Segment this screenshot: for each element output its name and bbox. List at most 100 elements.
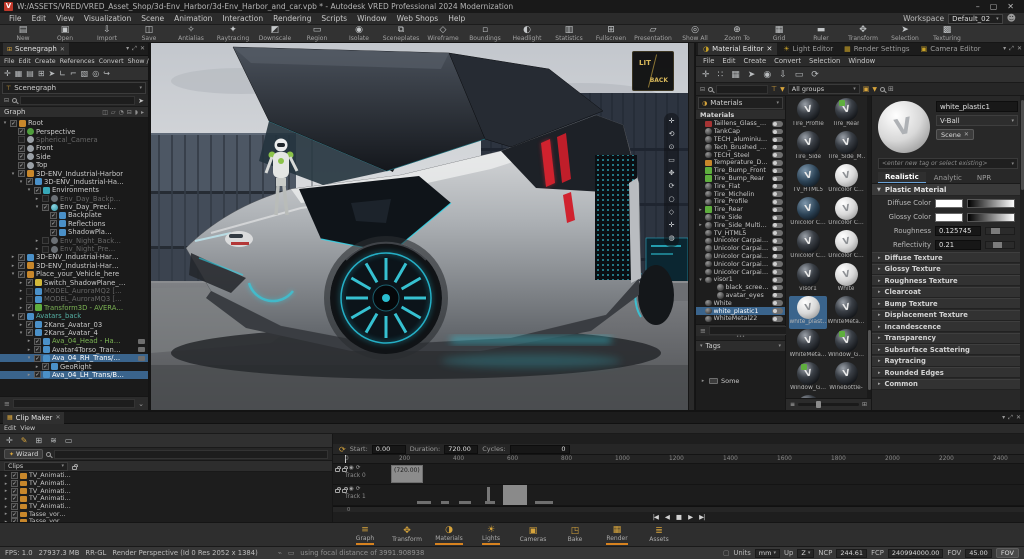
toolbar-button-wireframe[interactable]: ◇Wireframe [422,25,464,42]
toolbar-button-sceneplates[interactable]: ⧉Sceneplates [380,25,422,42]
slider-thumb[interactable] [991,228,1000,234]
add-track-icon[interactable]: ⊞ [35,436,42,445]
tree-item-environments[interactable]: ▾✓Environments [0,186,148,194]
camera-link-icon[interactable]: ▢ [723,549,729,557]
jump-icon[interactable]: ↪ [103,69,110,78]
section-displacement-texture[interactable]: ▸Displacement Texture [872,310,1024,321]
expander-icon[interactable]: ▸ [3,504,9,510]
material-thumbnail-unicolor-c[interactable]: VUnicolor C… [827,164,865,197]
visibility-checkbox[interactable]: ✓ [26,304,33,311]
toolbar-button-selection[interactable]: ➤Selection [884,25,926,42]
expand-section-icon[interactable]: ▸ [878,324,881,330]
panel-float-icon[interactable]: ⤢ [1009,45,1014,53]
visibility-checkbox[interactable]: ✓ [10,120,17,127]
clip-checkbox[interactable]: ✓ [11,488,18,495]
visibility-checkbox[interactable]: ✓ [50,229,57,236]
section-rounded-edges[interactable]: ▸Rounded Edges [872,367,1024,378]
material-item-tv-html5[interactable]: TV_HTML5 [696,229,785,237]
material-item-tech-aluminium-m[interactable]: TECH_aluminium_m… [696,136,785,144]
visibility-checkbox[interactable]: ✓ [18,313,25,320]
expander-icon[interactable]: ▸ [18,305,24,311]
dock-item-materials[interactable]: ◑Materials [430,525,468,545]
mini-clip[interactable] [417,501,431,504]
find-material-icon[interactable] [880,87,885,92]
viewcube-face-lit[interactable]: LIT [639,59,651,67]
scenegraph-search-input[interactable] [20,96,135,105]
materials-root-select[interactable]: ◑ Materials▾ [698,97,783,109]
enable-toggle[interactable] [772,152,783,158]
material-item-temperature-decal[interactable]: Temperature_Decal [696,159,785,167]
material-item-whitemetal22[interactable]: WhiteMetal22 [696,315,785,323]
expand-section-icon[interactable]: ▸ [878,301,881,307]
scenegraph-view-select[interactable]: ⊤ Scenegraph▾ [2,82,146,94]
expand-section-icon[interactable]: ▸ [878,347,881,353]
expander-icon[interactable]: ▾ [26,187,32,193]
transform-icon[interactable]: ∟ [59,69,66,78]
menu-window[interactable]: Window [352,14,392,23]
tab-render-settings[interactable]: ▦Render Settings [839,43,914,55]
expander-icon[interactable]: ▸ [3,488,9,494]
visibility-checkbox[interactable]: ✓ [26,178,33,185]
remove-tag-icon[interactable]: ✕ [964,131,969,138]
workspace-select[interactable]: Default_02▾ [948,14,1003,24]
expander-icon[interactable]: ▸ [3,511,9,517]
enable-toggle[interactable] [772,184,783,190]
mini-clip[interactable] [459,501,471,504]
expander-icon[interactable]: ▾ [18,179,24,185]
menu-web-shops[interactable]: Web Shops [392,14,444,23]
view-cube[interactable]: LIT BACK [632,51,674,91]
tag-entry-combo[interactable]: <enter new tag or select existing> ▾ [878,158,1018,169]
zoom-tool-icon[interactable]: ⊙ [669,144,675,151]
material-item-avatar-eyes[interactable]: avatar_eyes [696,292,785,300]
clip-checkbox[interactable]: ✓ [11,480,18,487]
dock-item-render[interactable]: ▦Render [598,525,636,545]
material-item-white-plastic1[interactable]: white_plastic1 [696,307,785,315]
expander-icon[interactable]: ▸ [10,263,16,269]
loop-track-icon[interactable]: ⟳ [356,466,361,471]
toolbar-button-transform[interactable]: ✥Transform [842,25,884,42]
expander-icon[interactable]: ▾ [18,330,24,336]
materials-filter-input[interactable] [709,326,790,335]
clip-search-input[interactable] [54,450,328,459]
timeline-ruler[interactable]: 0200400600800100012001400160018002000220… [333,455,1024,464]
timeline-clip[interactable]: (720.00) [391,465,423,483]
add-clip-icon[interactable]: ✛ [6,436,13,445]
tree-item-backplate[interactable]: ✓Backplate [0,211,148,219]
fov-button[interactable]: FOV [996,548,1019,558]
visibility-checkbox[interactable]: ✓ [26,329,33,336]
enable-toggle[interactable] [772,121,783,127]
edit-clip-icon[interactable]: ✎ [21,436,28,445]
expander-icon[interactable]: ▾ [698,277,703,283]
lock-content-icon[interactable] [342,468,347,472]
expand-section-icon[interactable]: ▸ [878,255,881,261]
expander-icon[interactable]: ▸ [10,254,16,260]
viewport-render[interactable] [151,43,688,410]
delete-node-icon[interactable]: ▤ [26,69,34,78]
color-ramp[interactable] [967,213,1015,222]
expand-section-icon[interactable]: ▸ [878,381,881,387]
mini-clip[interactable] [485,501,495,504]
apply-to-selection-icon[interactable]: ➤ [748,70,756,80]
expander-icon[interactable]: ▸ [698,207,703,213]
tree-item-3d-env-industrial-har[interactable]: ▸✓3D-ENV_Industrial-Har… [0,262,148,270]
collapse-section-icon[interactable]: ▼ [877,187,881,193]
enable-toggle[interactable] [772,168,783,174]
list-options-icon[interactable]: ≡ [700,327,706,335]
visibility-checkbox[interactable]: ✓ [34,346,41,353]
cm-menu-view[interactable]: View [18,425,37,432]
mini-clip[interactable] [535,501,553,504]
section-subsurface-scattering[interactable]: ▸Subsurface Scattering [872,344,1024,355]
material-thumbnail-tire-rear[interactable]: VTire_Rear [827,98,865,131]
menu-help[interactable]: Help [443,14,470,23]
material-item-unicolor-carpaint-si[interactable]: Unicolor Carpaint_si… [696,237,785,245]
tree-item-env-day-preci[interactable]: ▾✓Env_Day_Preci… [0,203,148,211]
timeline-block[interactable] [503,485,527,505]
fov-value[interactable]: 45.00 [965,549,992,558]
toolbar-button-grid[interactable]: ▦Grid [758,25,800,42]
camera-settings-icon[interactable]: ◍ [668,235,674,242]
tree-item-3d-env-industrial-harbor[interactable]: ▾✓3D-ENV_Industrial-Harbor [0,169,148,177]
walk-tool-icon[interactable]: ✛ [669,222,675,229]
value-field[interactable]: 0.125745 [935,226,981,236]
expand-section-icon[interactable]: ▸ [878,289,881,295]
toolbar-button-raytracing[interactable]: ✦Raytracing [212,25,254,42]
